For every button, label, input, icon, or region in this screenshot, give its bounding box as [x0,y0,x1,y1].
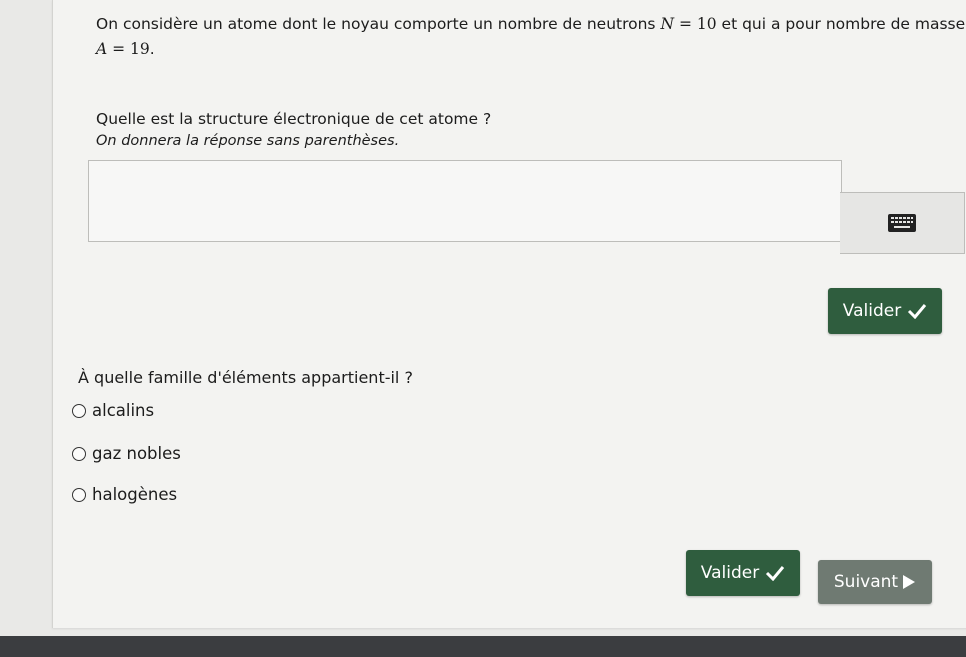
check-icon [766,566,785,581]
statement-text: On considère un atome dont le noyau comp… [96,15,656,33]
virtual-keyboard-button[interactable] [840,192,965,254]
validate-button-q2[interactable]: Valider [686,550,800,596]
mass-number-formula: A = 19. [96,39,155,59]
answer-input[interactable] [88,160,842,242]
mass-symbol: A [96,40,108,58]
question2-prompt: À quelle famille d'éléments appartient-i… [78,368,413,387]
radio-option-alcalins[interactable]: alcalins [72,401,154,420]
question1-statement-line1: On considère un atome dont le noyau comp… [96,14,965,34]
question1-prompt: Quelle est la structure électronique de … [96,110,492,128]
radio-label: gaz nobles [92,444,181,463]
next-button[interactable]: Suivant [818,560,932,604]
check-icon [908,304,927,319]
validate-label-q1: Valider [842,301,902,321]
play-triangle-icon [903,575,916,589]
validate-button-q1[interactable]: Valider [828,288,942,334]
neutron-formula: N = 10 [660,15,721,33]
neutron-symbol: N [660,15,675,33]
taskbar [0,636,966,657]
radio-option-gaz-nobles[interactable]: gaz nobles [72,444,181,463]
mass-period: . [149,40,155,58]
radio-label: alcalins [92,401,155,420]
neutron-equals: = [674,15,697,33]
keyboard-icon [888,214,916,232]
radio-button[interactable] [72,446,86,461]
mass-value: 19 [130,40,150,58]
question1-hint: On donnera la réponse sans parenthèses. [96,133,400,149]
mass-equals: = [107,40,131,58]
radio-label: halogènes [92,485,178,504]
radio-button[interactable] [72,403,86,418]
neutron-value: 10 [696,15,717,33]
statement-suffix: et qui a pour nombre de masse [721,15,966,33]
validate-label-q2: Valider [700,563,760,583]
radio-option-halogenes[interactable]: halogènes [72,485,177,504]
radio-button[interactable] [72,487,86,502]
next-label: Suivant [833,572,899,592]
